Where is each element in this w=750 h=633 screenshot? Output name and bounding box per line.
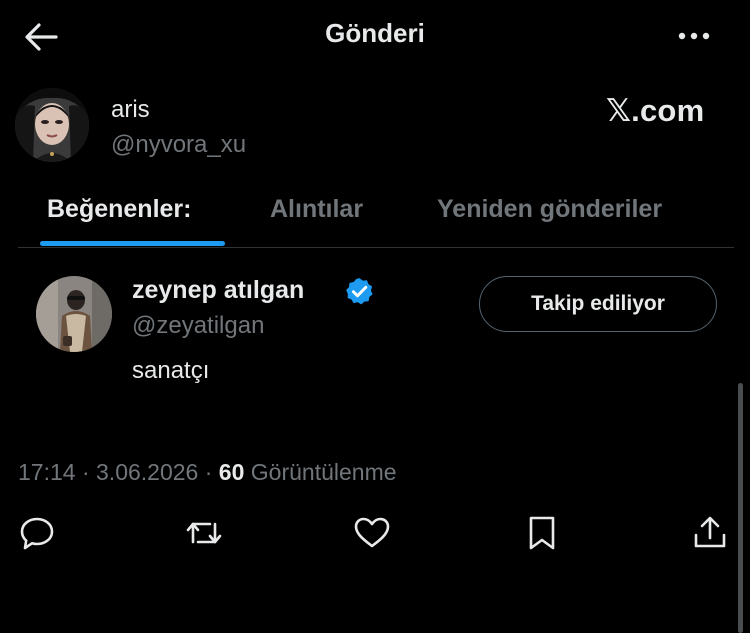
- verified-badge-icon: [344, 276, 375, 307]
- tab-quotes[interactable]: Alıntılar: [270, 195, 363, 224]
- user-handle[interactable]: @zeyatilgan: [132, 312, 264, 340]
- tab-reposts[interactable]: Yeniden gönderiler: [437, 195, 662, 224]
- views-label: Görüntülenme: [244, 459, 397, 485]
- meta-separator: ·: [198, 459, 219, 485]
- reply-icon[interactable]: [17, 513, 57, 553]
- tabs-divider: [18, 247, 734, 248]
- author-name[interactable]: aris: [111, 96, 150, 124]
- following-button[interactable]: Takip ediliyor: [479, 276, 717, 332]
- repost-icon[interactable]: [184, 513, 224, 553]
- like-icon[interactable]: [352, 513, 392, 553]
- views-count: 60: [218, 459, 245, 485]
- scrollbar[interactable]: [738, 383, 743, 633]
- meta-separator: ·: [75, 459, 97, 485]
- more-options-icon[interactable]: [676, 26, 716, 46]
- post-date: 3.06.2026: [96, 459, 199, 485]
- user-avatar[interactable]: [36, 276, 112, 352]
- brand-watermark: 𝕏.com: [606, 93, 705, 128]
- following-button-label: Takip ediliyor: [531, 292, 665, 315]
- post-meta: 17:14 · 3.06.2026 · 60 Görüntülenme: [18, 459, 397, 486]
- tab-likes[interactable]: Beğenenler:: [47, 195, 191, 224]
- user-bio: sanatçı: [132, 357, 210, 384]
- active-tab-indicator: [40, 241, 225, 246]
- share-icon[interactable]: [690, 513, 730, 553]
- user-display-name[interactable]: zeynep atılgan: [132, 276, 304, 305]
- bookmark-icon[interactable]: [522, 513, 562, 553]
- post-time: 17:14: [18, 459, 76, 485]
- author-handle[interactable]: @nyvora_xu: [111, 131, 246, 159]
- page-title: Gönderi: [325, 18, 425, 48]
- author-avatar[interactable]: [15, 88, 89, 162]
